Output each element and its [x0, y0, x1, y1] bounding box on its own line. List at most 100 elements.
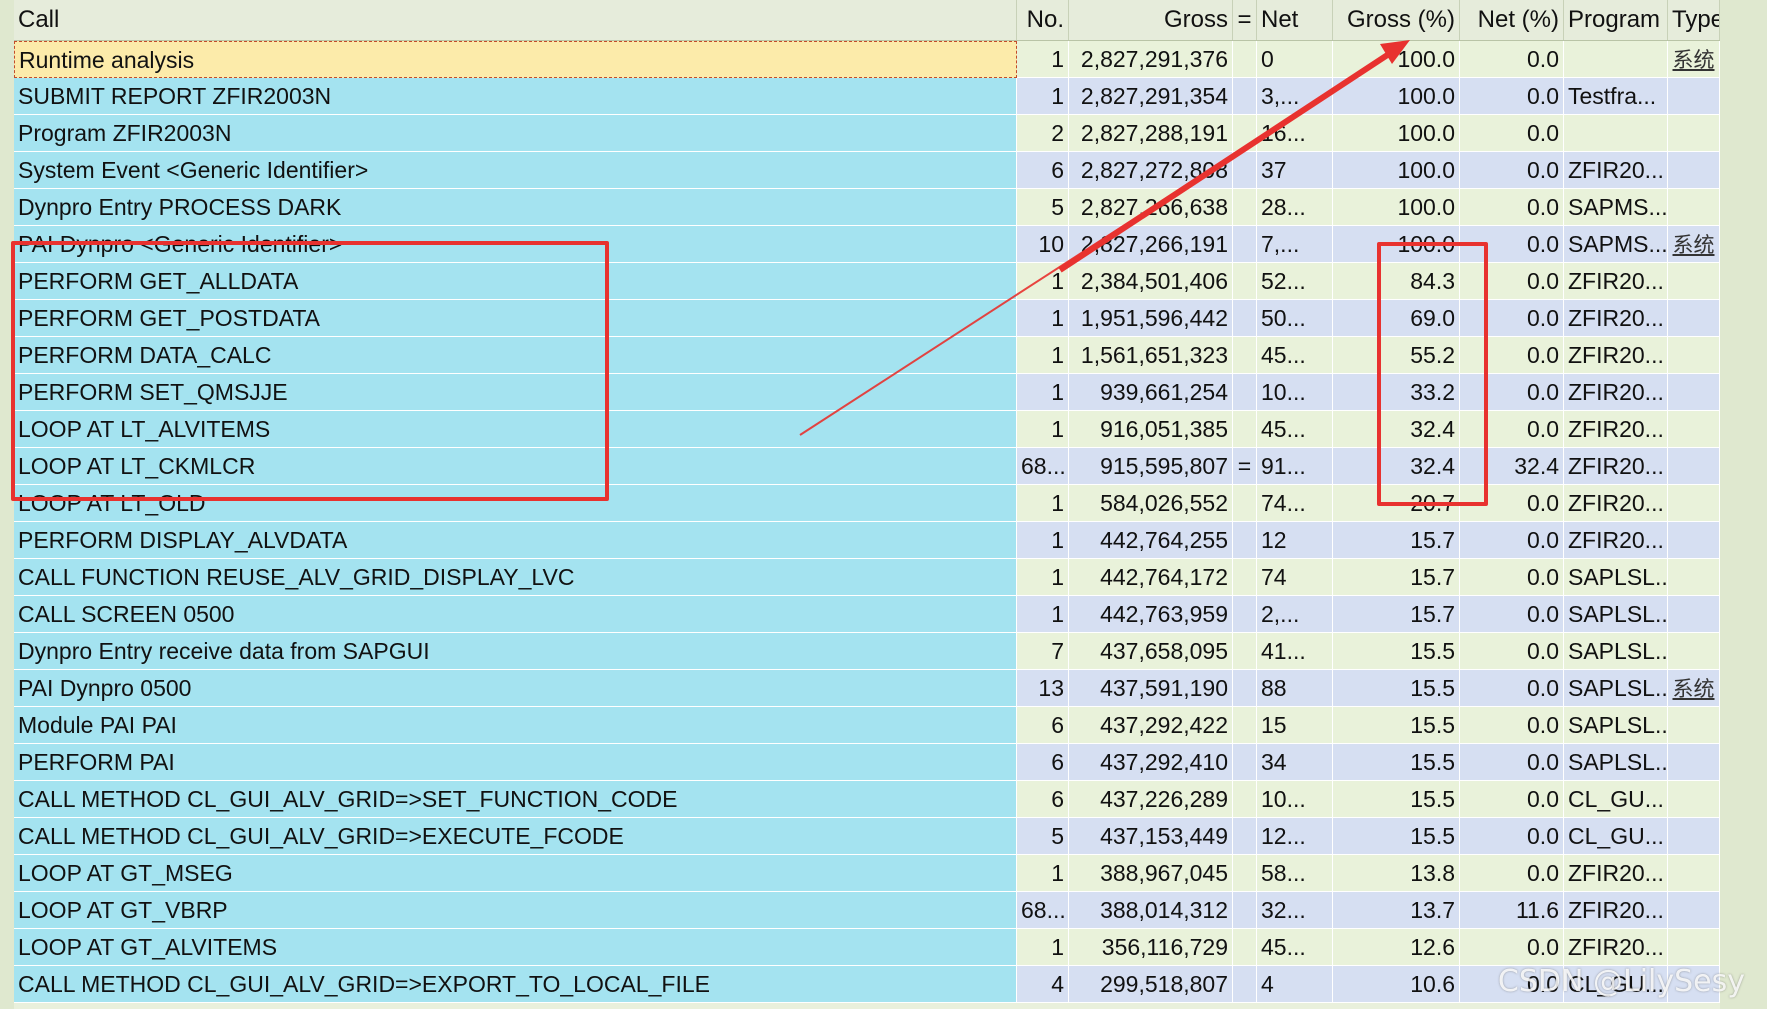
cell-net[interactable]: 37 [1257, 152, 1333, 189]
cell-type[interactable] [1668, 411, 1720, 448]
cell-net-pct[interactable]: 0.0 [1460, 818, 1564, 855]
cell-gross[interactable]: 2,827,288,191 [1069, 115, 1233, 152]
cell-no[interactable]: 68... [1017, 448, 1069, 485]
cell-net[interactable]: 0 [1257, 41, 1333, 78]
cell-eq[interactable] [1233, 41, 1257, 78]
table-row[interactable]: LOOP AT LT_ALVITEMS 1 916,051,385 45... 32.4… [14, 411, 1720, 448]
cell-gross-pct[interactable]: 55.2 [1333, 337, 1460, 374]
cell-type[interactable] [1668, 781, 1720, 818]
cell-no[interactable]: 1 [1017, 855, 1069, 892]
column-header-net-pct[interactable]: Net (%) [1460, 0, 1564, 40]
cell-gross[interactable]: 1,951,596,442 [1069, 300, 1233, 337]
table-row[interactable]: CALL FUNCTION REUSE_ALV_GRID_DISPLAY_LVC… [14, 559, 1720, 596]
cell-net[interactable]: 45... [1257, 411, 1333, 448]
cell-call[interactable]: PERFORM SET_QMSJJE [14, 374, 1017, 411]
cell-gross[interactable]: 299,518,807 [1069, 966, 1233, 1003]
cell-type[interactable] [1668, 115, 1720, 152]
cell-net-pct[interactable]: 0.0 [1460, 152, 1564, 189]
cell-no[interactable]: 6 [1017, 781, 1069, 818]
cell-gross[interactable]: 939,661,254 [1069, 374, 1233, 411]
cell-program[interactable] [1564, 41, 1668, 78]
cell-eq[interactable] [1233, 189, 1257, 226]
cell-net[interactable]: 12 [1257, 522, 1333, 559]
column-header-gross[interactable]: Gross [1069, 0, 1233, 40]
cell-gross[interactable]: 2,384,501,406 [1069, 263, 1233, 300]
column-header-no[interactable]: No. [1017, 0, 1069, 40]
cell-net-pct[interactable]: 0.0 [1460, 189, 1564, 226]
cell-net[interactable]: 74 [1257, 559, 1333, 596]
cell-gross-pct[interactable]: 15.7 [1333, 596, 1460, 633]
cell-no[interactable]: 1 [1017, 263, 1069, 300]
cell-call[interactable]: PERFORM GET_ALLDATA [14, 263, 1017, 300]
cell-gross-pct[interactable]: 69.0 [1333, 300, 1460, 337]
column-header-gross-pct[interactable]: Gross (%) [1333, 0, 1460, 40]
cell-program[interactable]: ZFIR20... [1564, 485, 1668, 522]
cell-call[interactable]: PERFORM DATA_CALC [14, 337, 1017, 374]
cell-call[interactable]: PAI Dynpro <Generic Identifier> [14, 226, 1017, 263]
table-row[interactable]: Module PAI PAI 6 437,292,422 15 15.5 0.0 SAPLS… [14, 707, 1720, 744]
cell-program[interactable]: ZFIR20... [1564, 929, 1668, 966]
cell-program[interactable]: CL_GU... [1564, 781, 1668, 818]
cell-net-pct[interactable]: 0.0 [1460, 633, 1564, 670]
table-row[interactable]: Dynpro Entry PROCESS DARK 5 2,827,266,638 2… [14, 189, 1720, 226]
cell-call[interactable]: LOOP AT GT_MSEG [14, 855, 1017, 892]
cell-eq[interactable] [1233, 559, 1257, 596]
cell-call[interactable]: LOOP AT LT_OLD [14, 485, 1017, 522]
cell-call[interactable]: CALL METHOD CL_GUI_ALV_GRID=>EXPORT_TO_L… [14, 966, 1017, 1003]
cell-call[interactable]: CALL FUNCTION REUSE_ALV_GRID_DISPLAY_LVC [14, 559, 1017, 596]
cell-gross[interactable]: 442,763,959 [1069, 596, 1233, 633]
cell-program[interactable]: ZFIR20... [1564, 892, 1668, 929]
cell-gross[interactable]: 2,827,266,638 [1069, 189, 1233, 226]
cell-type[interactable] [1668, 522, 1720, 559]
cell-gross[interactable]: 442,764,255 [1069, 522, 1233, 559]
cell-net[interactable]: 50... [1257, 300, 1333, 337]
cell-type[interactable] [1668, 855, 1720, 892]
cell-net-pct[interactable]: 0.0 [1460, 559, 1564, 596]
cell-gross-pct[interactable]: 100.0 [1333, 226, 1460, 263]
cell-gross[interactable]: 437,292,410 [1069, 744, 1233, 781]
cell-type[interactable]: 系统 [1668, 41, 1720, 78]
cell-eq[interactable] [1233, 633, 1257, 670]
cell-call[interactable]: LOOP AT GT_ALVITEMS [14, 929, 1017, 966]
cell-program[interactable]: ZFIR20... [1564, 374, 1668, 411]
cell-gross-pct[interactable]: 15.5 [1333, 781, 1460, 818]
cell-gross-pct[interactable]: 10.6 [1333, 966, 1460, 1003]
column-header-eq[interactable]: = [1233, 0, 1257, 40]
type-link[interactable]: 系统 [1673, 677, 1715, 701]
cell-type[interactable] [1668, 300, 1720, 337]
cell-gross-pct[interactable]: 13.8 [1333, 855, 1460, 892]
cell-eq[interactable] [1233, 485, 1257, 522]
cell-type[interactable] [1668, 189, 1720, 226]
cell-type[interactable] [1668, 596, 1720, 633]
table-row[interactable]: PERFORM DATA_CALC 1 1,561,651,323 45... 55.2… [14, 337, 1720, 374]
type-link[interactable]: 系统 [1673, 48, 1715, 72]
cell-eq[interactable] [1233, 596, 1257, 633]
cell-gross[interactable]: 2,827,272,808 [1069, 152, 1233, 189]
cell-gross-pct[interactable]: 15.7 [1333, 559, 1460, 596]
table-row[interactable]: SUBMIT REPORT ZFIR2003N 1 2,827,291,354 3,.… [14, 78, 1720, 115]
cell-net[interactable]: 88 [1257, 670, 1333, 707]
cell-gross[interactable]: 388,967,045 [1069, 855, 1233, 892]
cell-call[interactable]: CALL METHOD CL_GUI_ALV_GRID=>EXECUTE_FCO… [14, 818, 1017, 855]
cell-eq[interactable] [1233, 337, 1257, 374]
cell-no[interactable]: 1 [1017, 374, 1069, 411]
cell-eq[interactable] [1233, 411, 1257, 448]
table-row[interactable]: LOOP AT LT_OLD 1 584,026,552 74... 20.7 0.0 ZF… [14, 485, 1720, 522]
cell-eq[interactable] [1233, 781, 1257, 818]
cell-net-pct[interactable]: 0.0 [1460, 337, 1564, 374]
table-row[interactable]: CALL METHOD CL_GUI_ALV_GRID=>SET_FUNCTIO… [14, 781, 1720, 818]
cell-gross[interactable]: 437,153,449 [1069, 818, 1233, 855]
cell-call[interactable]: PAI Dynpro 0500 [14, 670, 1017, 707]
cell-no[interactable]: 6 [1017, 744, 1069, 781]
cell-call[interactable]: LOOP AT GT_VBRP [14, 892, 1017, 929]
cell-gross[interactable]: 916,051,385 [1069, 411, 1233, 448]
cell-gross[interactable]: 437,226,289 [1069, 781, 1233, 818]
cell-net-pct[interactable]: 32.4 [1460, 448, 1564, 485]
cell-gross-pct[interactable]: 84.3 [1333, 263, 1460, 300]
cell-eq[interactable] [1233, 226, 1257, 263]
cell-gross-pct[interactable]: 15.5 [1333, 670, 1460, 707]
cell-call[interactable]: Dynpro Entry PROCESS DARK [14, 189, 1017, 226]
cell-call[interactable]: Program ZFIR2003N [14, 115, 1017, 152]
cell-no[interactable]: 1 [1017, 596, 1069, 633]
table-row[interactable]: Runtime analysis 1 2,827,291,376 0 100.0 0.0 系… [14, 41, 1720, 78]
